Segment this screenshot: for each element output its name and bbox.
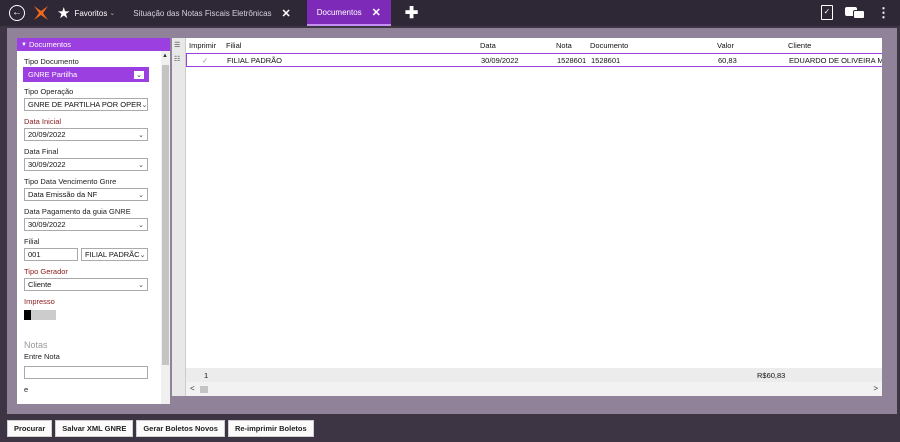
data-final-value: 30/09/2022 bbox=[28, 160, 66, 169]
filial-name-select[interactable]: FILIAL PADRÃC ⌄ bbox=[81, 248, 148, 261]
cell-valor: 60,83 bbox=[718, 55, 737, 65]
grid-footer: 1 R$60,83 bbox=[186, 368, 882, 382]
toggle-knob bbox=[24, 310, 31, 320]
chevron-down-icon[interactable]: ⌄ bbox=[140, 251, 146, 259]
data-inicial-value: 20/09/2022 bbox=[28, 130, 66, 139]
filter-panel-header[interactable]: ▼ Documentos bbox=[17, 38, 170, 51]
tipo-data-vencimento-select[interactable]: Data Emissão da NF ⌄ bbox=[24, 188, 148, 201]
cell-documento: 1528601 bbox=[591, 55, 621, 65]
tipo-gerador-label: Tipo Gerador bbox=[24, 267, 68, 276]
documents-grid: ☰ ☷ Imprimir Filial Data Nota Documento … bbox=[172, 38, 882, 396]
tipo-operacao-value: GNRE DE PARTILHA POR OPER bbox=[28, 100, 142, 109]
grid-header: Imprimir Filial Data Nota Documento Valo… bbox=[186, 38, 882, 53]
column-chooser-icon[interactable]: ☰ bbox=[174, 41, 180, 49]
chevron-down-icon[interactable]: ⌄ bbox=[138, 281, 144, 289]
tipo-data-vencimento-label: Tipo Data Vencimento Gnre bbox=[24, 177, 117, 186]
data-final-label: Data Final bbox=[24, 147, 59, 156]
data-inicial-picker[interactable]: 20/09/2022 ⌄ bbox=[24, 128, 148, 141]
impresso-label: Impresso bbox=[24, 297, 55, 306]
cell-filial: FILIAL PADRÃO bbox=[227, 55, 283, 65]
filial-row: 001 FILIAL PADRÃC ⌄ bbox=[24, 248, 148, 261]
tab-label: Documentos bbox=[316, 7, 362, 17]
tab-documentos[interactable]: Documentos ✕ bbox=[306, 0, 391, 26]
notas-section-title: Notas bbox=[24, 340, 48, 350]
tipo-documento-select[interactable]: GNRE Partilha ⌄ bbox=[23, 67, 149, 82]
filter-panel: ▼ Documentos Tipo Documento GNRE Partilh… bbox=[17, 38, 170, 404]
row-count: 1 bbox=[204, 371, 209, 380]
favorites-star-icon[interactable]: ★ bbox=[57, 6, 70, 21]
clipboard-check-icon[interactable]: ✓ bbox=[821, 5, 833, 20]
tipo-operacao-label: Tipo Operação bbox=[24, 87, 74, 96]
filial-code-input[interactable]: 001 bbox=[24, 248, 78, 261]
app-logo-icon bbox=[34, 6, 48, 20]
chevron-down-icon[interactable]: ⌄ bbox=[138, 191, 144, 199]
chevron-down-icon[interactable]: ⌄ bbox=[138, 161, 144, 169]
tab-label: Situação das Notas Fiscais Eletrônicas bbox=[133, 8, 272, 18]
chevron-down-icon[interactable]: ⌄ bbox=[138, 131, 144, 139]
entre-nota-label: Entre Nota bbox=[24, 352, 60, 361]
column-header-nota[interactable]: Nota bbox=[556, 41, 572, 50]
grid-side-toolbar: ☰ ☷ bbox=[172, 38, 186, 396]
chevron-down-icon[interactable]: ⌄ bbox=[142, 101, 148, 109]
reimprimir-boletos-button[interactable]: Re-imprimir Boletos bbox=[227, 420, 314, 437]
chevron-right-icon[interactable]: > bbox=[873, 384, 878, 393]
data-inicial-label: Data Inicial bbox=[24, 117, 62, 126]
grid-horizontal-scrollbar[interactable]: < > bbox=[186, 382, 882, 396]
tipo-operacao-select[interactable]: GNRE DE PARTILHA POR OPER ⌄ bbox=[24, 98, 148, 111]
imprimir-check-icon[interactable]: ✓ bbox=[202, 56, 208, 65]
table-row[interactable]: ✓ FILIAL PADRÃO 30/09/2022 1528601 15286… bbox=[186, 53, 882, 67]
chevron-down-icon[interactable]: ⌄ bbox=[134, 70, 144, 79]
total-valor: R$60,83 bbox=[757, 371, 786, 380]
chevron-up-icon[interactable]: ▲ bbox=[162, 53, 168, 59]
tipo-data-vencimento-value: Data Emissão da NF bbox=[28, 190, 98, 199]
chat-icon[interactable] bbox=[845, 6, 865, 19]
data-final-picker[interactable]: 30/09/2022 ⌄ bbox=[24, 158, 148, 171]
filial-label: Filial bbox=[24, 237, 40, 246]
chevron-left-icon[interactable]: < bbox=[190, 384, 195, 393]
filial-name-value: FILIAL PADRÃC bbox=[85, 250, 140, 259]
column-header-documento[interactable]: Documento bbox=[590, 41, 628, 50]
column-header-data[interactable]: Data bbox=[480, 41, 496, 50]
tipo-gerador-select[interactable]: Cliente ⌄ bbox=[24, 278, 148, 291]
procurar-button[interactable]: Procurar bbox=[7, 420, 53, 437]
favorites-menu[interactable]: Favoritos bbox=[74, 9, 107, 18]
column-header-cliente[interactable]: Cliente bbox=[788, 41, 811, 50]
more-options-icon[interactable]: ⋮ bbox=[877, 6, 890, 19]
caret-down-icon: ▼ bbox=[21, 41, 27, 48]
salvar-xml-gnre-button[interactable]: Salvar XML GNRE bbox=[55, 420, 134, 437]
cell-data: 30/09/2022 bbox=[481, 55, 519, 65]
chevron-down-icon[interactable]: ⌄ bbox=[109, 9, 115, 17]
action-bar: Procurar Salvar XML GNRE Gerar Boletos N… bbox=[0, 420, 900, 437]
cell-nota: 1528601 bbox=[557, 55, 587, 65]
column-header-filial[interactable]: Filial bbox=[226, 41, 241, 50]
tipo-documento-value: GNRE Partilha bbox=[28, 70, 78, 79]
close-icon[interactable]: ✕ bbox=[372, 6, 381, 19]
top-bar: ← ★ Favoritos ⌄ Situação das Notas Fisca… bbox=[0, 0, 900, 26]
tipo-gerador-value: Cliente bbox=[28, 280, 52, 289]
entre-nota-input[interactable] bbox=[24, 366, 148, 379]
tab-situacao-notas[interactable]: Situação das Notas Fiscais Eletrônicas ✕ bbox=[123, 0, 301, 26]
impresso-toggle[interactable] bbox=[24, 310, 56, 320]
scrollbar-thumb[interactable] bbox=[162, 65, 169, 365]
filter-panel-scrollbar[interactable]: ▲ bbox=[161, 51, 170, 404]
data-pagamento-label: Data Pagamento da guia GNRE bbox=[24, 207, 131, 216]
back-arrow-icon[interactable]: ← bbox=[9, 5, 25, 21]
tipo-documento-label: Tipo Documento bbox=[24, 57, 79, 66]
e-label: e bbox=[24, 385, 29, 394]
filter-panel-title: Documentos bbox=[28, 40, 72, 49]
add-tab-icon[interactable]: ✚ bbox=[405, 3, 418, 23]
scrollbar-thumb[interactable] bbox=[200, 386, 208, 393]
column-header-imprimir[interactable]: Imprimir bbox=[189, 41, 216, 50]
data-pagamento-picker[interactable]: 30/09/2022 ⌄ bbox=[24, 218, 148, 231]
chevron-down-icon[interactable]: ⌄ bbox=[138, 221, 144, 229]
main-frame: ▼ Documentos Tipo Documento GNRE Partilh… bbox=[7, 28, 897, 414]
data-pagamento-value: 30/09/2022 bbox=[28, 220, 66, 229]
close-icon[interactable]: ✕ bbox=[282, 7, 291, 20]
column-header-valor[interactable]: Valor bbox=[717, 41, 734, 50]
gerar-boletos-novos-button[interactable]: Gerar Boletos Novos bbox=[136, 420, 225, 437]
row-options-icon[interactable]: ☷ bbox=[174, 55, 180, 63]
cell-cliente: EDUARDO DE OLIVEIRA MA bbox=[789, 55, 882, 65]
